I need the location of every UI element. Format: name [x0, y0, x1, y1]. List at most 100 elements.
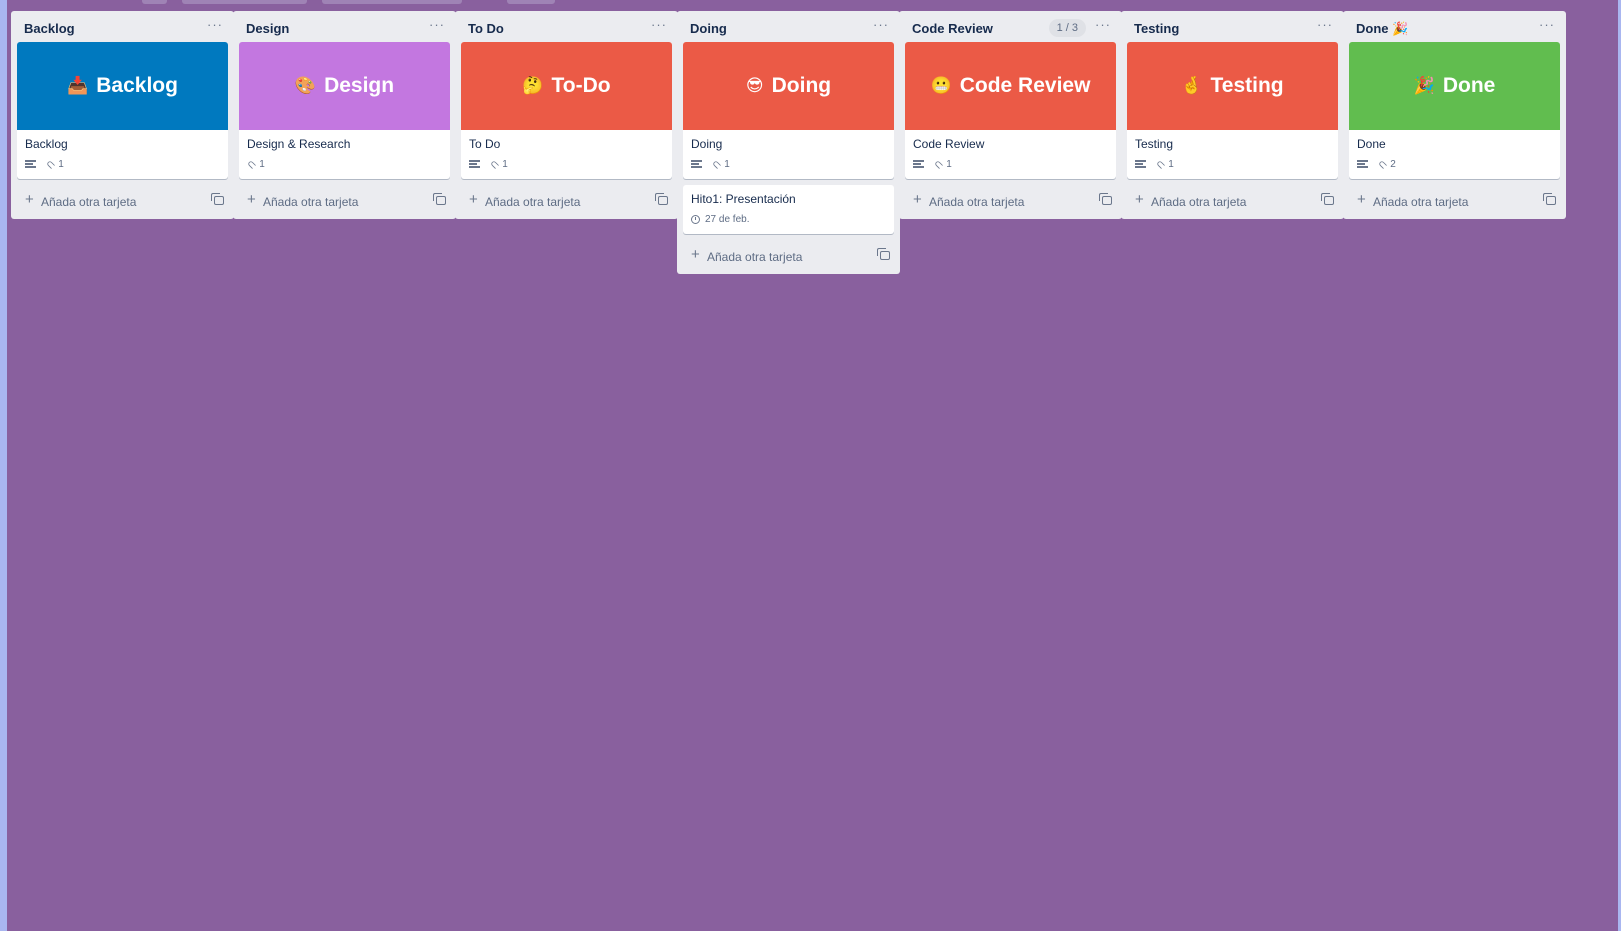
list-backlog: Backlog ··· 📥 Backlog Backlog ⊂ 1 + Añada…	[11, 11, 234, 219]
list-header[interactable]: Doing ···	[677, 11, 900, 42]
card-cover: 😎 Doing	[683, 42, 894, 130]
add-card-button[interactable]: + Añada otra tarjeta	[11, 185, 234, 219]
list-title[interactable]: Backlog	[24, 21, 75, 36]
list-title[interactable]: Design	[246, 21, 289, 36]
card-template-icon[interactable]	[433, 193, 446, 205]
more-options-icon[interactable]: ···	[206, 17, 224, 35]
add-card-label: Añada otra tarjeta	[263, 195, 359, 209]
plus-icon: +	[691, 246, 700, 263]
card-cover: 🎨 Design	[239, 42, 450, 130]
cover-text: Backlog	[96, 74, 178, 97]
list-header[interactable]: Done 🎉 ···	[1343, 11, 1566, 42]
list-header[interactable]: Testing ···	[1121, 11, 1344, 42]
card-template-icon[interactable]	[1543, 193, 1556, 205]
list-title[interactable]: Done 🎉	[1356, 21, 1408, 37]
paperclip-icon: ⊂	[930, 156, 946, 172]
plus-icon: +	[913, 191, 922, 208]
cover-text: Code Review	[959, 74, 1091, 97]
card-limit-badge: 1 / 3	[1048, 19, 1086, 37]
list-to-do: To Do ··· 🤔 To-Do To Do ⊂ 1 + Añada otra …	[455, 11, 678, 219]
top-bar-stub	[142, 0, 167, 4]
list-title[interactable]: Doing	[690, 21, 727, 36]
list-header[interactable]: To Do ···	[455, 11, 678, 42]
list-header[interactable]: Design ···	[233, 11, 456, 42]
add-card-button[interactable]: + Añada otra tarjeta	[1121, 185, 1344, 219]
list-header[interactable]: Code Review 1 / 3 ···	[899, 11, 1122, 42]
top-bar-stub	[507, 0, 555, 4]
add-card-label: Añada otra tarjeta	[485, 195, 581, 209]
card-title: Done	[1357, 137, 1386, 151]
list-title[interactable]: Testing	[1134, 21, 1179, 36]
add-card-button[interactable]: + Añada otra tarjeta	[233, 185, 456, 219]
card[interactable]: Hito1: Presentación 27 de feb.	[683, 185, 894, 234]
clock-icon	[691, 214, 700, 224]
card[interactable]: 😬 Code Review Code Review ⊂ 1	[905, 42, 1116, 179]
top-bar-stub	[322, 0, 462, 4]
plus-icon: +	[1135, 191, 1144, 208]
card-title: To Do	[469, 137, 501, 151]
card-cover: 🎉 Done	[1349, 42, 1560, 130]
more-options-icon[interactable]: ···	[1094, 17, 1112, 35]
sunglasses-face-icon: 😎	[745, 76, 764, 95]
attachment-count: 1	[724, 158, 730, 170]
party-popper-icon: 🎉	[1413, 76, 1435, 95]
more-options-icon[interactable]: ···	[428, 17, 446, 35]
card-template-icon[interactable]	[211, 193, 224, 205]
list-design: Design ··· 🎨 Design Design & Research ⊂ 1…	[233, 11, 456, 219]
cover-text: Doing	[771, 74, 832, 97]
more-options-icon[interactable]: ···	[1316, 17, 1334, 35]
cover-text: Done	[1442, 74, 1496, 97]
paperclip-icon: ⊂	[243, 156, 259, 172]
card-title: Doing	[691, 137, 723, 151]
card-template-icon[interactable]	[877, 248, 890, 260]
thinking-face-icon: 🤔	[522, 76, 544, 95]
list-title-text: Done	[1356, 21, 1389, 36]
card[interactable]: 📥 Backlog Backlog ⊂ 1	[17, 42, 228, 179]
card[interactable]: 🎨 Design Design & Research ⊂ 1	[239, 42, 450, 179]
card-template-icon[interactable]	[655, 193, 668, 205]
description-icon	[1357, 160, 1368, 168]
paperclip-icon: ⊂	[42, 156, 58, 172]
list-header[interactable]: Backlog ···	[11, 11, 234, 42]
description-icon	[691, 160, 702, 168]
description-icon	[1135, 160, 1146, 168]
card[interactable]: 🎉 Done Done ⊂ 2	[1349, 42, 1560, 179]
top-bar-stub	[182, 0, 307, 4]
card-title: Testing	[1135, 137, 1174, 151]
list-title[interactable]: To Do	[468, 21, 504, 36]
card-title: Code Review	[913, 137, 985, 151]
add-card-button[interactable]: + Añada otra tarjeta	[455, 185, 678, 219]
add-card-label: Añada otra tarjeta	[1151, 195, 1247, 209]
party-popper-icon: 🎉	[1392, 21, 1409, 36]
paperclip-icon: ⊂	[486, 156, 502, 172]
due-date-badge: 27 de feb.	[705, 213, 750, 225]
card[interactable]: 🤔 To-Do To Do ⊂ 1	[461, 42, 672, 179]
more-options-icon[interactable]: ···	[1538, 17, 1556, 35]
add-card-button[interactable]: + Añada otra tarjeta	[1343, 185, 1566, 219]
card[interactable]: 😎 Doing Doing ⊂ 1	[683, 42, 894, 179]
list-testing: Testing ··· 🤞 Testing Testing ⊂ 1 + Añada…	[1121, 11, 1344, 219]
card-template-icon[interactable]	[1099, 193, 1112, 205]
crossed-fingers-icon: 🤞	[1181, 76, 1203, 95]
attachment-count: 1	[946, 158, 952, 170]
attachment-count: 1	[259, 158, 265, 170]
cover-text: Testing	[1210, 74, 1284, 97]
description-icon	[469, 160, 480, 168]
list-title[interactable]: Code Review	[912, 21, 993, 36]
card-template-icon[interactable]	[1321, 193, 1334, 205]
add-card-label: Añada otra tarjeta	[41, 195, 137, 209]
more-options-icon[interactable]: ···	[872, 17, 890, 35]
add-card-button[interactable]: + Añada otra tarjeta	[677, 240, 900, 274]
card[interactable]: 🤞 Testing Testing ⊂ 1	[1127, 42, 1338, 179]
grimacing-face-icon: 😬	[930, 76, 952, 95]
add-card-label: Añada otra tarjeta	[1373, 195, 1469, 209]
add-card-label: Añada otra tarjeta	[707, 250, 803, 264]
add-card-button[interactable]: + Añada otra tarjeta	[899, 185, 1122, 219]
paperclip-icon: ⊂	[708, 156, 724, 172]
plus-icon: +	[469, 191, 478, 208]
more-options-icon[interactable]: ···	[650, 17, 668, 35]
card-title: Backlog	[25, 137, 68, 151]
plus-icon: +	[25, 191, 34, 208]
card-cover: 😬 Code Review	[905, 42, 1116, 130]
palette-icon: 🎨	[294, 76, 317, 95]
